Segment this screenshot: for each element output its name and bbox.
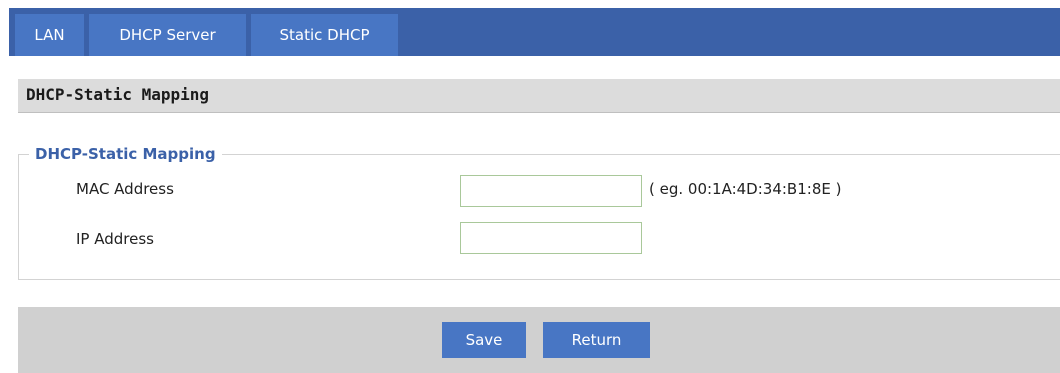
section-header: DHCP-Static Mapping bbox=[18, 79, 1060, 113]
tab-bar: LAN DHCP Server Static DHCP bbox=[9, 8, 1060, 56]
tab-dhcp-server[interactable]: DHCP Server bbox=[89, 14, 246, 56]
mac-address-hint: ( eg. 00:1A:4D:34:B1:8E ) bbox=[649, 180, 842, 198]
return-button[interactable]: Return bbox=[543, 322, 650, 358]
ip-address-input[interactable] bbox=[460, 222, 642, 254]
tab-lan[interactable]: LAN bbox=[15, 14, 84, 56]
page: LAN DHCP Server Static DHCP DHCP-Static … bbox=[0, 0, 1060, 373]
mac-address-input[interactable] bbox=[460, 175, 642, 207]
fieldset-legend: DHCP-Static Mapping bbox=[29, 145, 222, 163]
ip-address-label: IP Address bbox=[76, 230, 154, 248]
button-bar: Save Return bbox=[18, 307, 1060, 373]
static-mapping-fieldset: DHCP-Static Mapping MAC Address ( eg. 00… bbox=[18, 145, 1060, 280]
save-button[interactable]: Save bbox=[442, 322, 526, 358]
section-title: DHCP-Static Mapping bbox=[26, 85, 210, 104]
mac-address-label: MAC Address bbox=[76, 180, 174, 198]
tab-static-dhcp[interactable]: Static DHCP bbox=[251, 14, 398, 56]
